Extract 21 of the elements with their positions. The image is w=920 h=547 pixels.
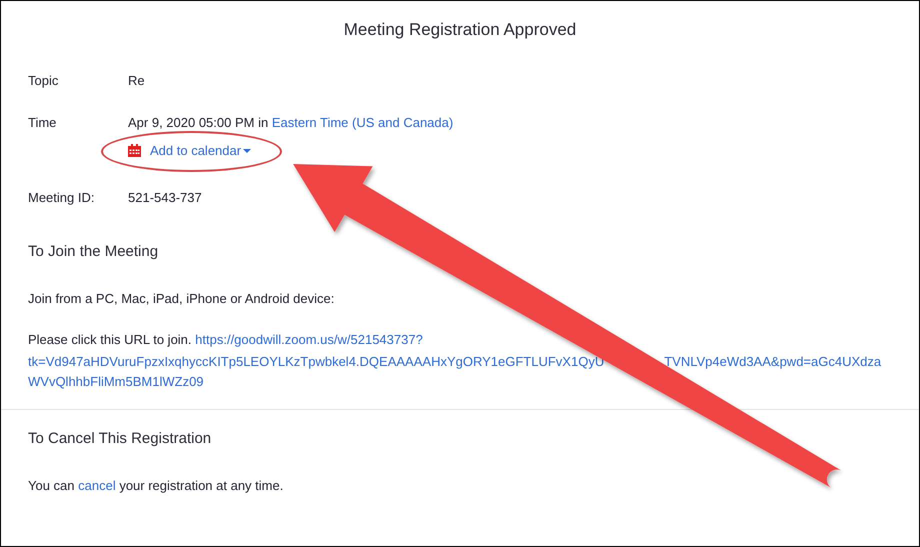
instruction-text: Join from a PC, Mac, iPad, iPhone or Android device: [28, 291, 336, 306]
cancel-link[interactable]: cancel [78, 478, 116, 493]
join-url-link[interactable]: tk=Vd947aHDVuruFpzxIxqhyccKITp5LEOYLKzTpwbkel4.DQEAAAAAHxYgORY1eGFTLUFvX1QyU [28, 354, 604, 369]
timezone-link[interactable]: Eastern Time (US and Canada) [272, 115, 454, 130]
section-heading: To Cancel This Registration [28, 430, 212, 447]
field-label: Time [28, 115, 58, 130]
field-value: Apr 9, 2020 05:00 PM in [128, 115, 268, 130]
join-url-link[interactable]: WVvQlhhbFliMm5BM1lWZz09 [28, 374, 204, 389]
section-heading: To Join the Meeting [28, 243, 160, 260]
join-url-link[interactable]: TVNLVp4eWd3AA&pwd=aGc4UXdza [664, 354, 882, 369]
field-label: Topic [28, 73, 60, 88]
page-title: Meeting Registration Approved [342, 19, 578, 41]
field-value: Re [128, 73, 145, 88]
instruction-text: Please click this URL to join. [28, 332, 192, 347]
field-label: Meeting ID: [28, 190, 96, 205]
field-value: 521-543-737 [128, 190, 202, 205]
caret-icon [243, 148, 252, 152]
join-url-link[interactable]: https://goodwill.zoom.us/w/521543737? [195, 332, 423, 347]
calendar-icon [128, 144, 141, 157]
cancel-text: You can cancel your registration at any time. [28, 478, 284, 493]
add-to-calendar-link[interactable]: Add to calendar [150, 143, 252, 158]
